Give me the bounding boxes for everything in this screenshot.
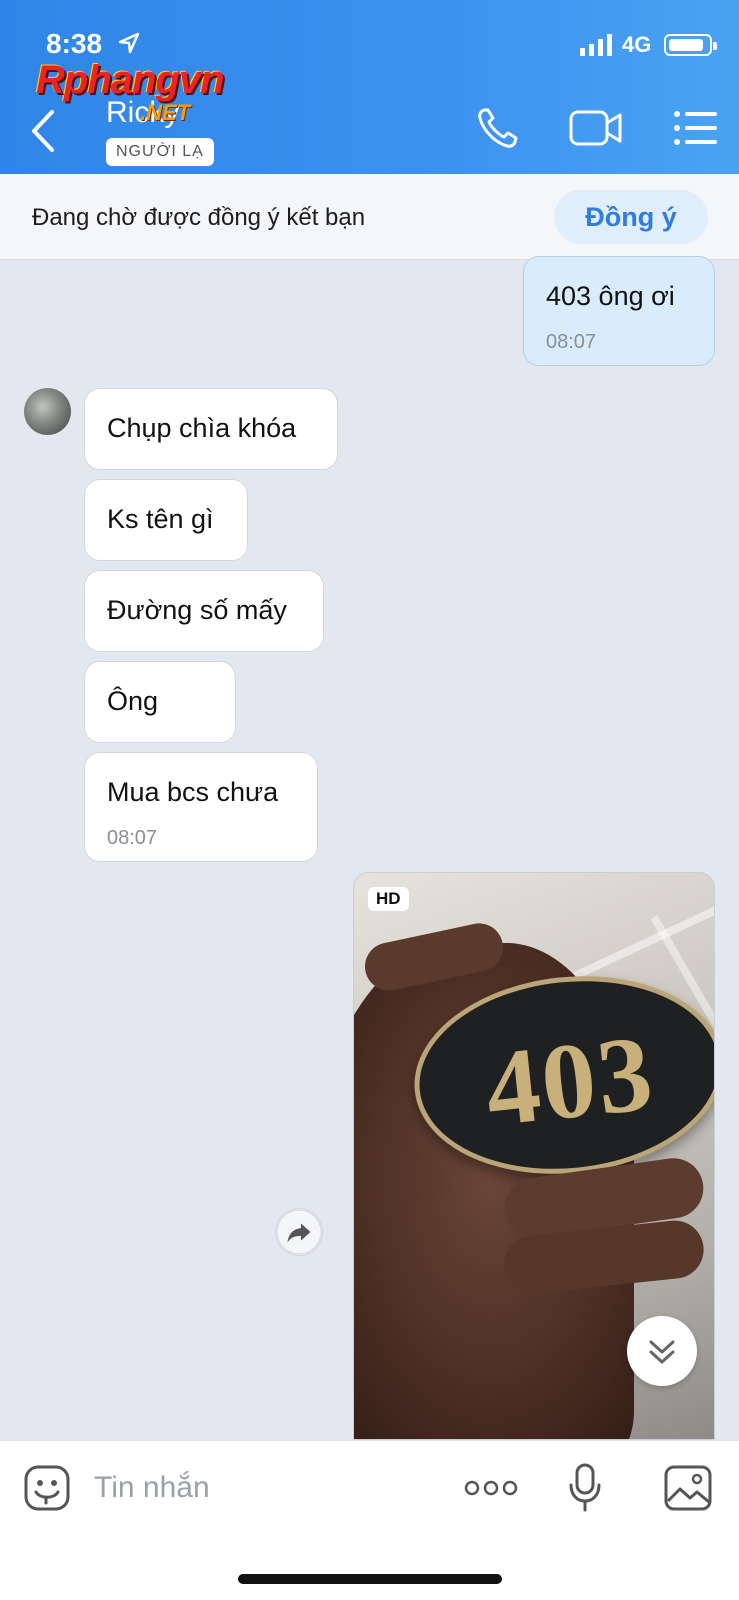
accept-friend-button[interactable]: Đồng ý: [554, 190, 708, 244]
forward-share-icon[interactable]: [275, 1208, 323, 1256]
message-input[interactable]: [94, 1463, 424, 1513]
friend-request-text: Đang chờ được đồng ý kết bạn: [32, 204, 366, 231]
message-time: 08:07: [546, 331, 597, 353]
signal-icon: [580, 34, 612, 56]
message-text: 403 ông ơi: [546, 281, 675, 311]
friend-request-bar: Đang chờ được đồng ý kết bạn Đồng ý: [0, 174, 739, 260]
stranger-badge: NGƯỜI LẠ: [106, 138, 214, 166]
home-indicator[interactable]: [238, 1574, 502, 1584]
message-text: Đường số mấy: [107, 595, 287, 625]
video-call-icon[interactable]: [568, 104, 624, 152]
battery-icon: [664, 34, 717, 56]
contact-avatar[interactable]: [24, 388, 71, 435]
message-bubble-incoming[interactable]: Ông: [84, 661, 236, 743]
message-time: 08:07: [107, 827, 158, 849]
message-text: Ks tên gì: [107, 504, 214, 534]
menu-icon[interactable]: [672, 104, 720, 152]
message-bubble-incoming[interactable]: Chụp chìa khóa: [84, 388, 338, 470]
watermark-suffix: .NET: [140, 100, 191, 125]
back-icon[interactable]: [28, 108, 58, 154]
network-type: 4G: [622, 32, 652, 57]
gallery-icon[interactable]: [664, 1465, 712, 1511]
more-icon[interactable]: [464, 1477, 518, 1499]
room-tag-number: 403: [479, 1013, 660, 1150]
phone-icon[interactable]: [474, 104, 522, 152]
emoji-icon[interactable]: [24, 1465, 70, 1511]
message-text: Mua bcs chưa: [107, 777, 279, 807]
microphone-icon[interactable]: [568, 1463, 602, 1513]
message-bubble-incoming[interactable]: Ks tên gì: [84, 479, 248, 561]
message-bubble-incoming[interactable]: Mua bcs chưa 08:07: [84, 752, 318, 862]
location-arrow-icon: [118, 32, 140, 54]
message-text: Chụp chìa khóa: [107, 413, 297, 443]
scroll-to-bottom-button[interactable]: [627, 1316, 697, 1386]
message-text: Ông: [107, 686, 159, 716]
chat-header: 8:38 4G Ricky NGƯỜI LẠ Rphangvn .NET: [0, 0, 739, 174]
status-time: 8:38: [46, 28, 103, 59]
message-bubble-incoming[interactable]: Đường số mấy: [84, 570, 324, 652]
hd-badge: HD: [368, 887, 409, 911]
message-bubble-outgoing[interactable]: 403 ông ơi 08:07: [523, 256, 715, 366]
chevron-double-down-icon: [649, 1340, 675, 1364]
watermark-logo: Rphangvn: [36, 58, 225, 102]
